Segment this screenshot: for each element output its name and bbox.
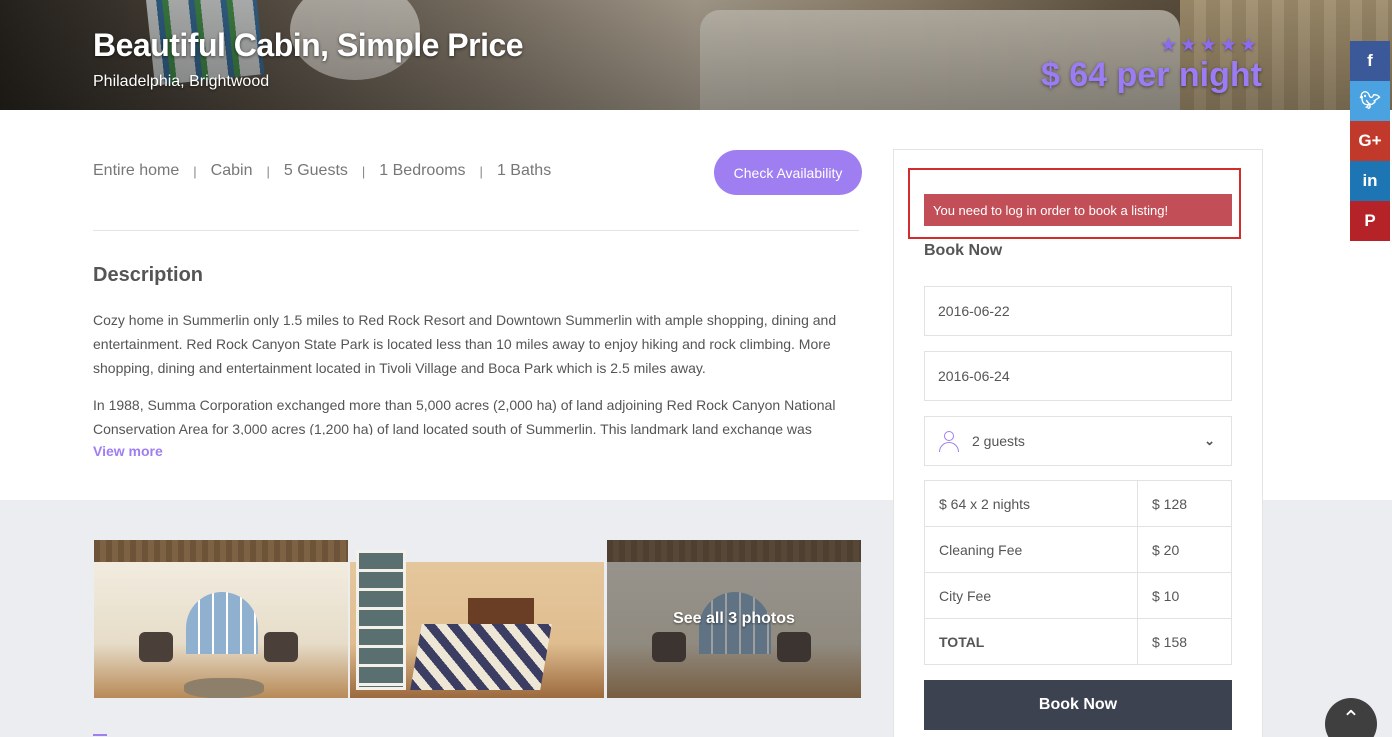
price-value: $ 20	[1137, 526, 1232, 573]
user-icon	[938, 430, 960, 452]
book-now-button[interactable]: Book Now	[924, 680, 1232, 730]
linkedin-icon: in	[1362, 171, 1378, 190]
checkout-date-value: 2016-06-24	[938, 368, 1010, 384]
description-heading: Description	[93, 264, 204, 286]
login-required-alert: You need to log in order to book a listi…	[924, 194, 1232, 226]
nightly-price: $ 64 per night	[1040, 56, 1262, 94]
view-more-link[interactable]: View more	[93, 443, 163, 459]
table-row: Cleaning Fee $ 20	[924, 526, 1232, 573]
star-icon: ★	[1200, 35, 1218, 56]
listing-title: Beautiful Cabin, Simple Price	[93, 27, 524, 63]
price-value: $ 10	[1137, 572, 1232, 619]
checkin-date-field[interactable]: 2016-06-22	[924, 286, 1232, 336]
photo-chair	[139, 632, 173, 662]
price-label: City Fee	[924, 572, 1138, 619]
description-paragraph: In 1988, Summa Corporation exchanged mor…	[93, 397, 836, 435]
photo-chair	[264, 632, 298, 662]
guests-value: 2 guests	[972, 433, 1025, 449]
table-row-total: TOTAL $ 158	[924, 618, 1232, 665]
meta-separator: |	[479, 163, 483, 179]
description-paragraph: Cozy home in Summerlin only 1.5 miles to…	[93, 312, 837, 376]
see-all-photos-label[interactable]: See all 3 photos	[607, 610, 861, 628]
price-value: $ 158	[1137, 618, 1232, 665]
star-icon: ★	[1220, 35, 1238, 56]
photo-rug	[184, 678, 264, 698]
google-plus-share-button[interactable]: G+	[1350, 121, 1390, 161]
meta-property-type: Cabin	[210, 162, 253, 179]
social-share-bar: f 🐦︎ G+ in P	[1350, 41, 1390, 241]
star-icon: ★	[1160, 35, 1178, 56]
meta-guests: 5 Guests	[283, 162, 348, 179]
meta-separator: |	[361, 163, 366, 179]
pinterest-share-button[interactable]: P	[1350, 201, 1390, 241]
gallery-photo[interactable]	[350, 540, 604, 698]
checkin-date-value: 2016-06-22	[938, 303, 1010, 319]
listing-meta: Entire home | Cabin | 5 Guests | 1 Bedro…	[93, 162, 551, 180]
photo-bed	[410, 624, 552, 690]
photo-ceiling	[94, 540, 348, 562]
check-availability-button[interactable]: Check Availability	[714, 150, 862, 195]
star-icon: ★	[1240, 35, 1258, 56]
chevron-up-icon: ⌃	[1341, 706, 1361, 731]
meta-bedrooms: 1 Bedrooms	[379, 162, 466, 179]
price-label: Cleaning Fee	[924, 526, 1138, 573]
meta-baths: 1 Baths	[496, 162, 552, 179]
meta-separator: |	[266, 163, 270, 179]
facebook-icon: f	[1367, 51, 1373, 70]
guests-select[interactable]: 2 guests ⌄	[924, 416, 1232, 466]
google-plus-icon: G+	[1358, 131, 1382, 150]
price-label: $ 64 x 2 nights	[924, 480, 1138, 527]
price-breakdown-table: $ 64 x 2 nights $ 128 Cleaning Fee $ 20 …	[924, 480, 1232, 665]
chevron-down-icon: ⌄	[1204, 433, 1215, 448]
facebook-share-button[interactable]: f	[1350, 41, 1390, 81]
gallery-photo-see-all[interactable]: See all 3 photos	[607, 540, 861, 698]
rating-stars: ★ ★ ★ ★ ★	[1160, 35, 1258, 56]
linkedin-share-button[interactable]: in	[1350, 161, 1390, 201]
twitter-icon: 🐦︎	[1359, 91, 1381, 110]
listing-location: Philadelphia, Brightwood	[93, 73, 270, 90]
twitter-share-button[interactable]: 🐦︎	[1350, 81, 1390, 121]
divider	[93, 230, 859, 231]
photo-door	[356, 550, 406, 690]
booking-heading: Book Now	[924, 242, 1003, 259]
table-row: $ 64 x 2 nights $ 128	[924, 480, 1232, 527]
price-label: TOTAL	[924, 618, 1138, 665]
meta-home-type: Entire home	[93, 162, 180, 179]
table-row: City Fee $ 10	[924, 572, 1232, 619]
gallery-photo[interactable]	[94, 540, 348, 698]
pinterest-icon: P	[1364, 211, 1376, 230]
meta-separator: |	[193, 163, 197, 179]
price-value: $ 128	[1137, 480, 1232, 527]
checkout-date-field[interactable]: 2016-06-24	[924, 351, 1232, 401]
star-icon: ★	[1180, 35, 1198, 56]
photo-window	[186, 592, 258, 654]
section-underline	[93, 734, 107, 736]
